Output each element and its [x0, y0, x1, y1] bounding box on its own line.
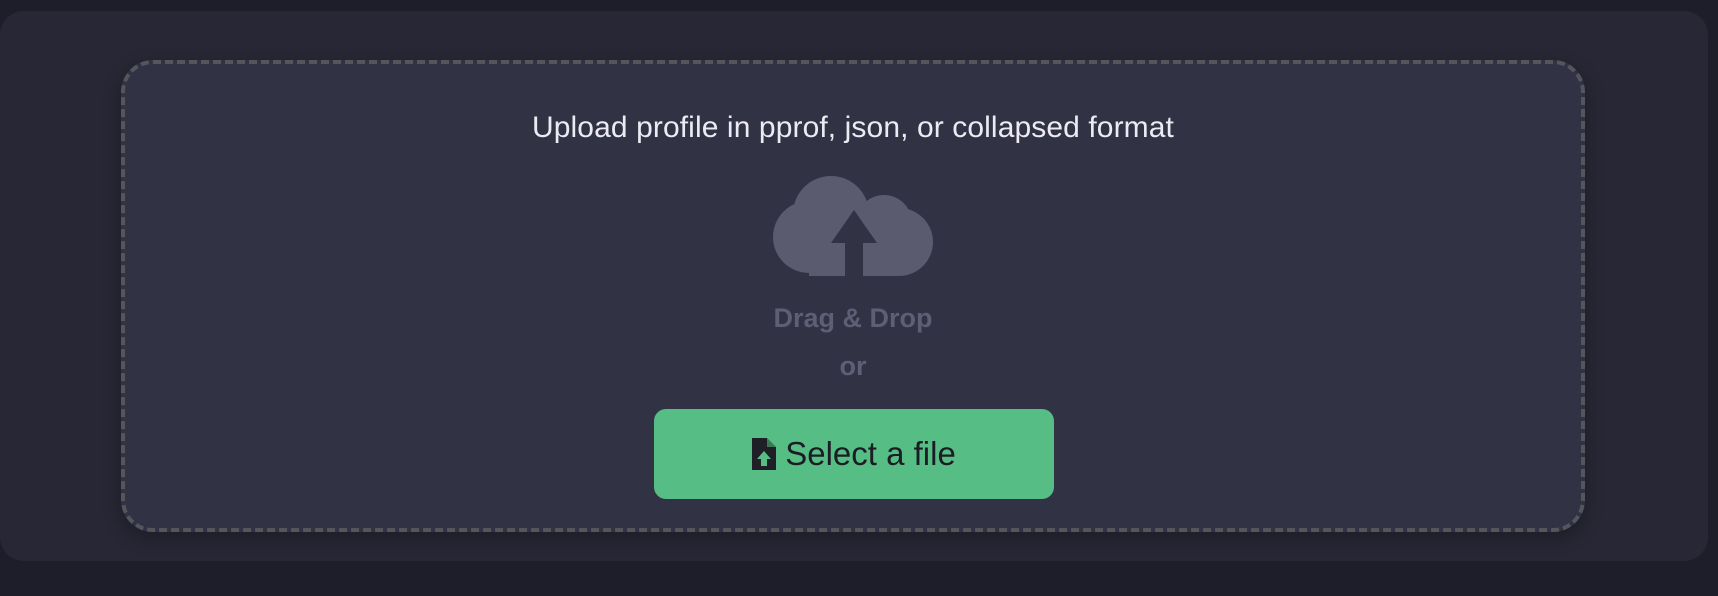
- upload-title: Upload profile in pprof, json, or collap…: [531, 111, 1174, 144]
- select-file-button[interactable]: Select a file: [654, 409, 1054, 499]
- upload-panel: Upload profile in pprof, json, or collap…: [0, 11, 1708, 561]
- drag-drop-label: Drag & Drop: [773, 303, 933, 333]
- cloud-upload-icon: [773, 176, 933, 276]
- file-dropzone[interactable]: Upload profile in pprof, json, or collap…: [121, 60, 1585, 532]
- file-upload-icon: [752, 438, 777, 470]
- or-label: or: [839, 351, 867, 381]
- select-file-label: Select a file: [785, 435, 956, 472]
